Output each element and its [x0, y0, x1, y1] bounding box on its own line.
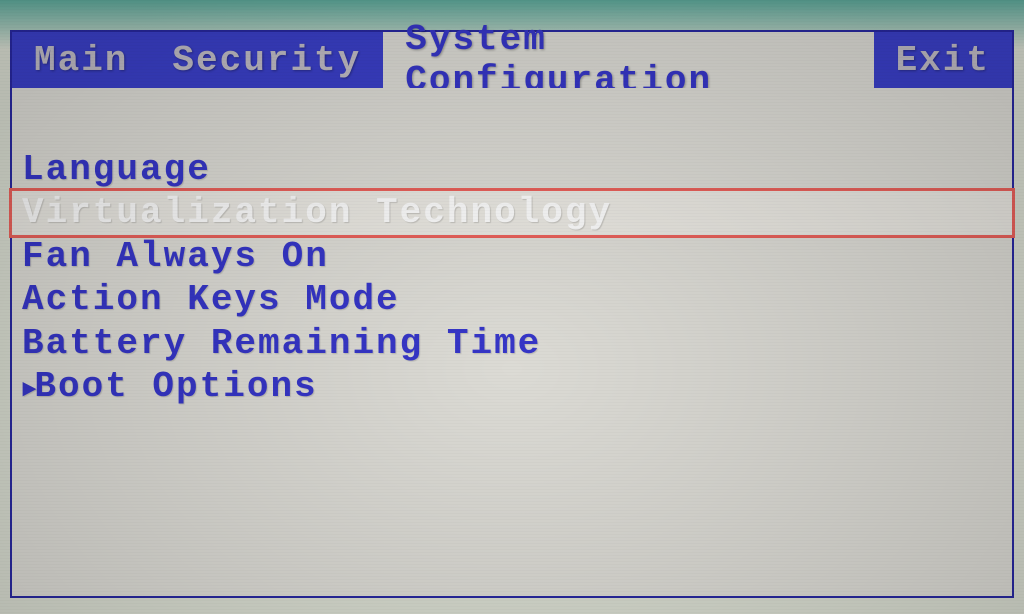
tab-security[interactable]: Security	[150, 32, 383, 88]
menu-item-virtualization-technology[interactable]: Virtualization Technology	[9, 188, 1015, 237]
bios-screen: Main Security System Configuration Exit …	[10, 30, 1014, 604]
menu-item-action-keys-mode[interactable]: Action Keys Mode	[12, 278, 1012, 321]
tab-bar: Main Security System Configuration Exit	[10, 30, 1014, 88]
tab-main[interactable]: Main	[12, 32, 150, 88]
menu-panel: Language Virtualization Technology Fan A…	[10, 88, 1014, 598]
menu-item-boot-options[interactable]: Boot Options	[12, 365, 1012, 408]
tab-system-configuration[interactable]: System Configuration	[383, 32, 873, 88]
tab-exit[interactable]: Exit	[874, 32, 1012, 88]
menu-item-battery-remaining-time[interactable]: Battery Remaining Time	[12, 322, 1012, 365]
menu-item-fan-always-on[interactable]: Fan Always On	[12, 235, 1012, 278]
menu-item-language[interactable]: Language	[12, 148, 1012, 191]
